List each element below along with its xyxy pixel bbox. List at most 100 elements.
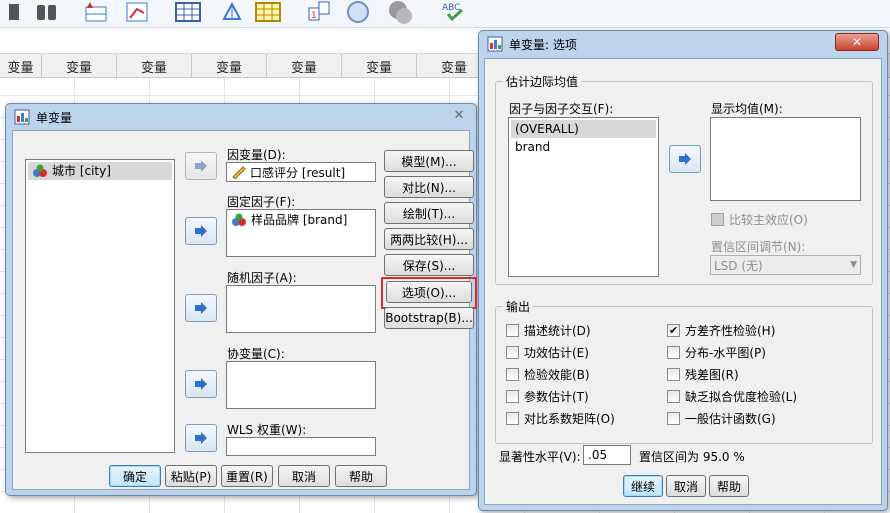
- pie-chart-icon[interactable]: [344, 0, 372, 24]
- use-sets-icon[interactable]: [386, 0, 414, 24]
- column-header[interactable]: 变量: [192, 54, 267, 78]
- dependent-field[interactable]: 口感评分 [result]: [226, 162, 376, 182]
- ci-adjust-label: 置信区间调节(N):: [711, 240, 806, 254]
- arrow-right-icon: [195, 160, 207, 172]
- arrow-right-icon: [195, 302, 207, 314]
- wls-label: WLS 权重(W):: [227, 423, 307, 437]
- checkbox-box: [506, 346, 519, 359]
- checkbox-box: [667, 346, 680, 359]
- wls-field[interactable]: [226, 437, 376, 456]
- value-labels-icon[interactable]: 1: [306, 0, 334, 24]
- move-to-wls-button[interactable]: [185, 424, 217, 452]
- random-factor-list[interactable]: [226, 285, 376, 333]
- fixed-factor-label: 固定因子(F):: [227, 195, 296, 209]
- plots-button[interactable]: 绘制(T)...: [384, 202, 474, 224]
- checkbox-box: [506, 324, 519, 337]
- column-header[interactable]: 变量: [117, 54, 192, 78]
- arrow-right-icon: [679, 153, 691, 165]
- emm-group-title: 估计边际均值: [503, 73, 582, 90]
- list-item[interactable]: 城市 [city]: [28, 162, 172, 180]
- covariate-label: 协变量(C):: [227, 347, 285, 361]
- ci-text: 置信区间为 95.0 %: [639, 450, 745, 464]
- covariate-list[interactable]: [226, 361, 376, 409]
- svg-text:1: 1: [311, 11, 317, 21]
- univariate-titlebar[interactable]: 单变量: [6, 104, 476, 130]
- cancel-button[interactable]: 取消: [278, 465, 330, 487]
- bootstrap-button[interactable]: Bootstrap(B)...: [384, 307, 474, 329]
- random-factor-label: 随机因子(A):: [227, 271, 297, 285]
- output-checkbox[interactable]: 缺乏拟合优度检验(L): [667, 388, 797, 405]
- source-variable-list[interactable]: 城市 [city]: [25, 159, 175, 453]
- output-checkbox[interactable]: 分布-水平图(P): [667, 344, 766, 361]
- column-header[interactable]: 变量: [42, 54, 117, 78]
- close-icon[interactable]: ✕: [446, 106, 472, 124]
- output-checkbox[interactable]: 一般估计函数(G): [667, 410, 776, 427]
- posthoc-button[interactable]: 两两比较(H)...: [384, 228, 474, 250]
- reset-button[interactable]: 重置(R): [221, 465, 273, 487]
- paste-button[interactable]: 粘贴(P): [165, 465, 217, 487]
- help-button[interactable]: 帮助: [335, 465, 387, 487]
- move-to-display-means-button[interactable]: [669, 145, 701, 173]
- move-to-fixed-factor-button[interactable]: [185, 217, 217, 245]
- data-grid-icon[interactable]: [174, 0, 202, 24]
- checkbox-box: [667, 412, 680, 425]
- fixed-factor-list[interactable]: 样品品牌 [brand]: [226, 209, 376, 257]
- binoculars-icon[interactable]: [33, 0, 61, 24]
- list-item[interactable]: (OVERALL): [511, 120, 656, 138]
- contrasts-button[interactable]: 对比(N)...: [384, 176, 474, 198]
- options-client: 估计边际均值 因子与因子交互(F): (OVERALL) brand 显示均值(…: [484, 58, 882, 505]
- output-checkbox[interactable]: 参数估计(T): [506, 388, 589, 405]
- help-button[interactable]: 帮助: [709, 475, 749, 497]
- checkbox-box: [667, 390, 680, 403]
- checkbox-box: ✔: [667, 324, 680, 337]
- display-means-list[interactable]: [710, 117, 861, 201]
- options-titlebar[interactable]: 单变量: 选项: [479, 31, 887, 57]
- compare-main-effects-checkbox[interactable]: 比较主效应(O): [711, 211, 808, 228]
- output-checkbox[interactable]: 描述统计(D): [506, 322, 591, 339]
- editor-toolbar: 1 ABC: [0, 0, 890, 28]
- cancel-button[interactable]: 取消: [666, 475, 706, 497]
- model-button[interactable]: 模型(M)...: [384, 150, 474, 172]
- spell-check-icon[interactable]: ABC: [440, 0, 468, 24]
- column-header[interactable]: 变量: [0, 54, 42, 78]
- output-checkbox[interactable]: 功效估计(E): [506, 344, 589, 361]
- spreadsheet-icon[interactable]: [254, 0, 282, 24]
- save-button[interactable]: 保存(S)...: [384, 254, 474, 276]
- dependent-label: 因变量(D):: [227, 148, 286, 162]
- nominal-variable-icon: [33, 164, 47, 177]
- list-item[interactable]: brand: [511, 138, 656, 156]
- options-dialog: 单变量: 选项 ✕ 估计边际均值 因子与因子交互(F): (OVERALL) b…: [478, 30, 888, 511]
- univariate-title: 单变量: [36, 110, 73, 125]
- column-header[interactable]: 变量: [267, 54, 342, 78]
- factors-label: 因子与因子交互(F):: [509, 102, 614, 116]
- checkbox-box: [711, 213, 724, 226]
- output-checkbox[interactable]: ✔ 方差齐性检验(H): [667, 322, 775, 339]
- arrow-right-icon: [195, 432, 207, 444]
- nominal-variable-icon: [232, 213, 246, 226]
- ci-adjust-select[interactable]: LSD (无) ▼: [710, 255, 861, 275]
- arrow-right-icon: [195, 378, 207, 390]
- sig-level-input[interactable]: .05: [583, 445, 631, 465]
- list-item[interactable]: 样品品牌 [brand]: [227, 211, 375, 229]
- factors-list[interactable]: (OVERALL) brand: [508, 117, 659, 277]
- checkbox-box: [667, 368, 680, 381]
- close-icon[interactable]: ✕: [835, 33, 879, 51]
- options-button[interactable]: 选项(O)...: [386, 281, 472, 303]
- toolbar-icon-1[interactable]: [0, 0, 28, 24]
- output-checkbox[interactable]: 对比系数矩阵(O): [506, 410, 615, 427]
- move-to-dependent-button[interactable]: [185, 152, 217, 180]
- output-checkbox[interactable]: 残差图(R): [667, 366, 739, 383]
- univariate-client: 城市 [city] 因变量(D): 口感评分 [result] 固定因子(F):: [12, 130, 477, 490]
- column-header[interactable]: 变量: [342, 54, 417, 78]
- output-checkbox[interactable]: 检验效能(B): [506, 366, 590, 383]
- move-to-random-factor-button[interactable]: [185, 294, 217, 322]
- move-to-covariate-button[interactable]: [185, 370, 217, 398]
- checkbox-box: [506, 368, 519, 381]
- output-group-title: 输出: [503, 298, 534, 315]
- continue-button[interactable]: 继续: [623, 475, 663, 497]
- chart-builder-icon[interactable]: [124, 0, 152, 24]
- weight-scale-icon[interactable]: [218, 0, 246, 24]
- options-title: 单变量: 选项: [509, 37, 577, 52]
- insert-cases-icon[interactable]: [83, 0, 111, 24]
- ok-button[interactable]: 确定: [109, 465, 161, 487]
